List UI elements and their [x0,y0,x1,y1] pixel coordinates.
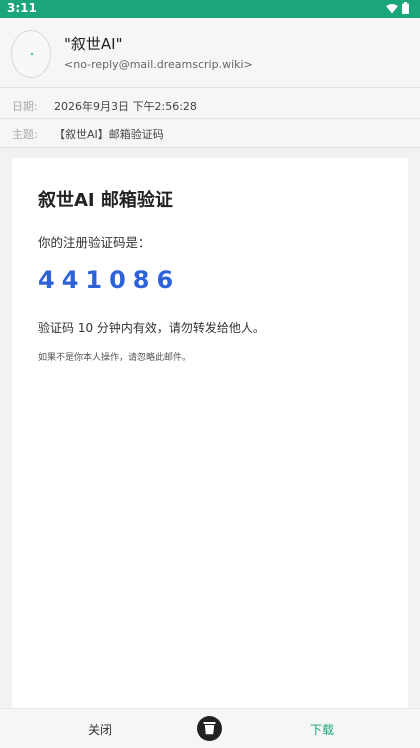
delete-button[interactable] [197,716,222,741]
close-button[interactable]: 关闭 [88,721,112,738]
email-intro: 你的注册验证码是： [38,235,151,250]
status-icons [386,2,409,14]
download-button[interactable]: 下载 [310,721,334,738]
subject-value: 【叙世AI】邮箱验证码 [54,128,164,141]
date-label: 日期: [12,100,38,113]
sender-email: <no-reply@mail.dreamscrip.wiki> [64,58,253,71]
trash-icon [203,722,216,735]
header-divider [0,118,420,119]
sender-name: "叙世AI" [64,35,123,53]
status-bar: 3:11 [0,0,420,18]
email-title: 叙世AI 邮箱验证 [38,190,173,211]
bottom-action-bar: 关闭 下载 [0,708,420,748]
battery-icon [402,2,409,14]
subject-label: 主题: [12,128,38,141]
header-divider [0,147,420,148]
avatar [11,30,51,78]
validity-text: 验证码 10 分钟内有效，请勿转发给他人。 [38,321,265,335]
email-header: "叙世AI" <no-reply@mail.dreamscrip.wiki> 日… [0,18,420,148]
status-time: 3:11 [7,1,37,15]
verification-code: 441086 [38,266,181,294]
wifi-icon [386,3,398,13]
disclaimer-text: 如果不是你本人操作，请忽略此邮件。 [38,353,192,363]
date-value: 2026年9月3日 下午2:56:28 [54,100,197,113]
email-body-card: 叙世AI 邮箱验证 你的注册验证码是： 441086 验证码 10 分钟内有效，… [12,158,408,708]
header-divider [0,87,420,88]
avatar-dot [31,53,33,55]
